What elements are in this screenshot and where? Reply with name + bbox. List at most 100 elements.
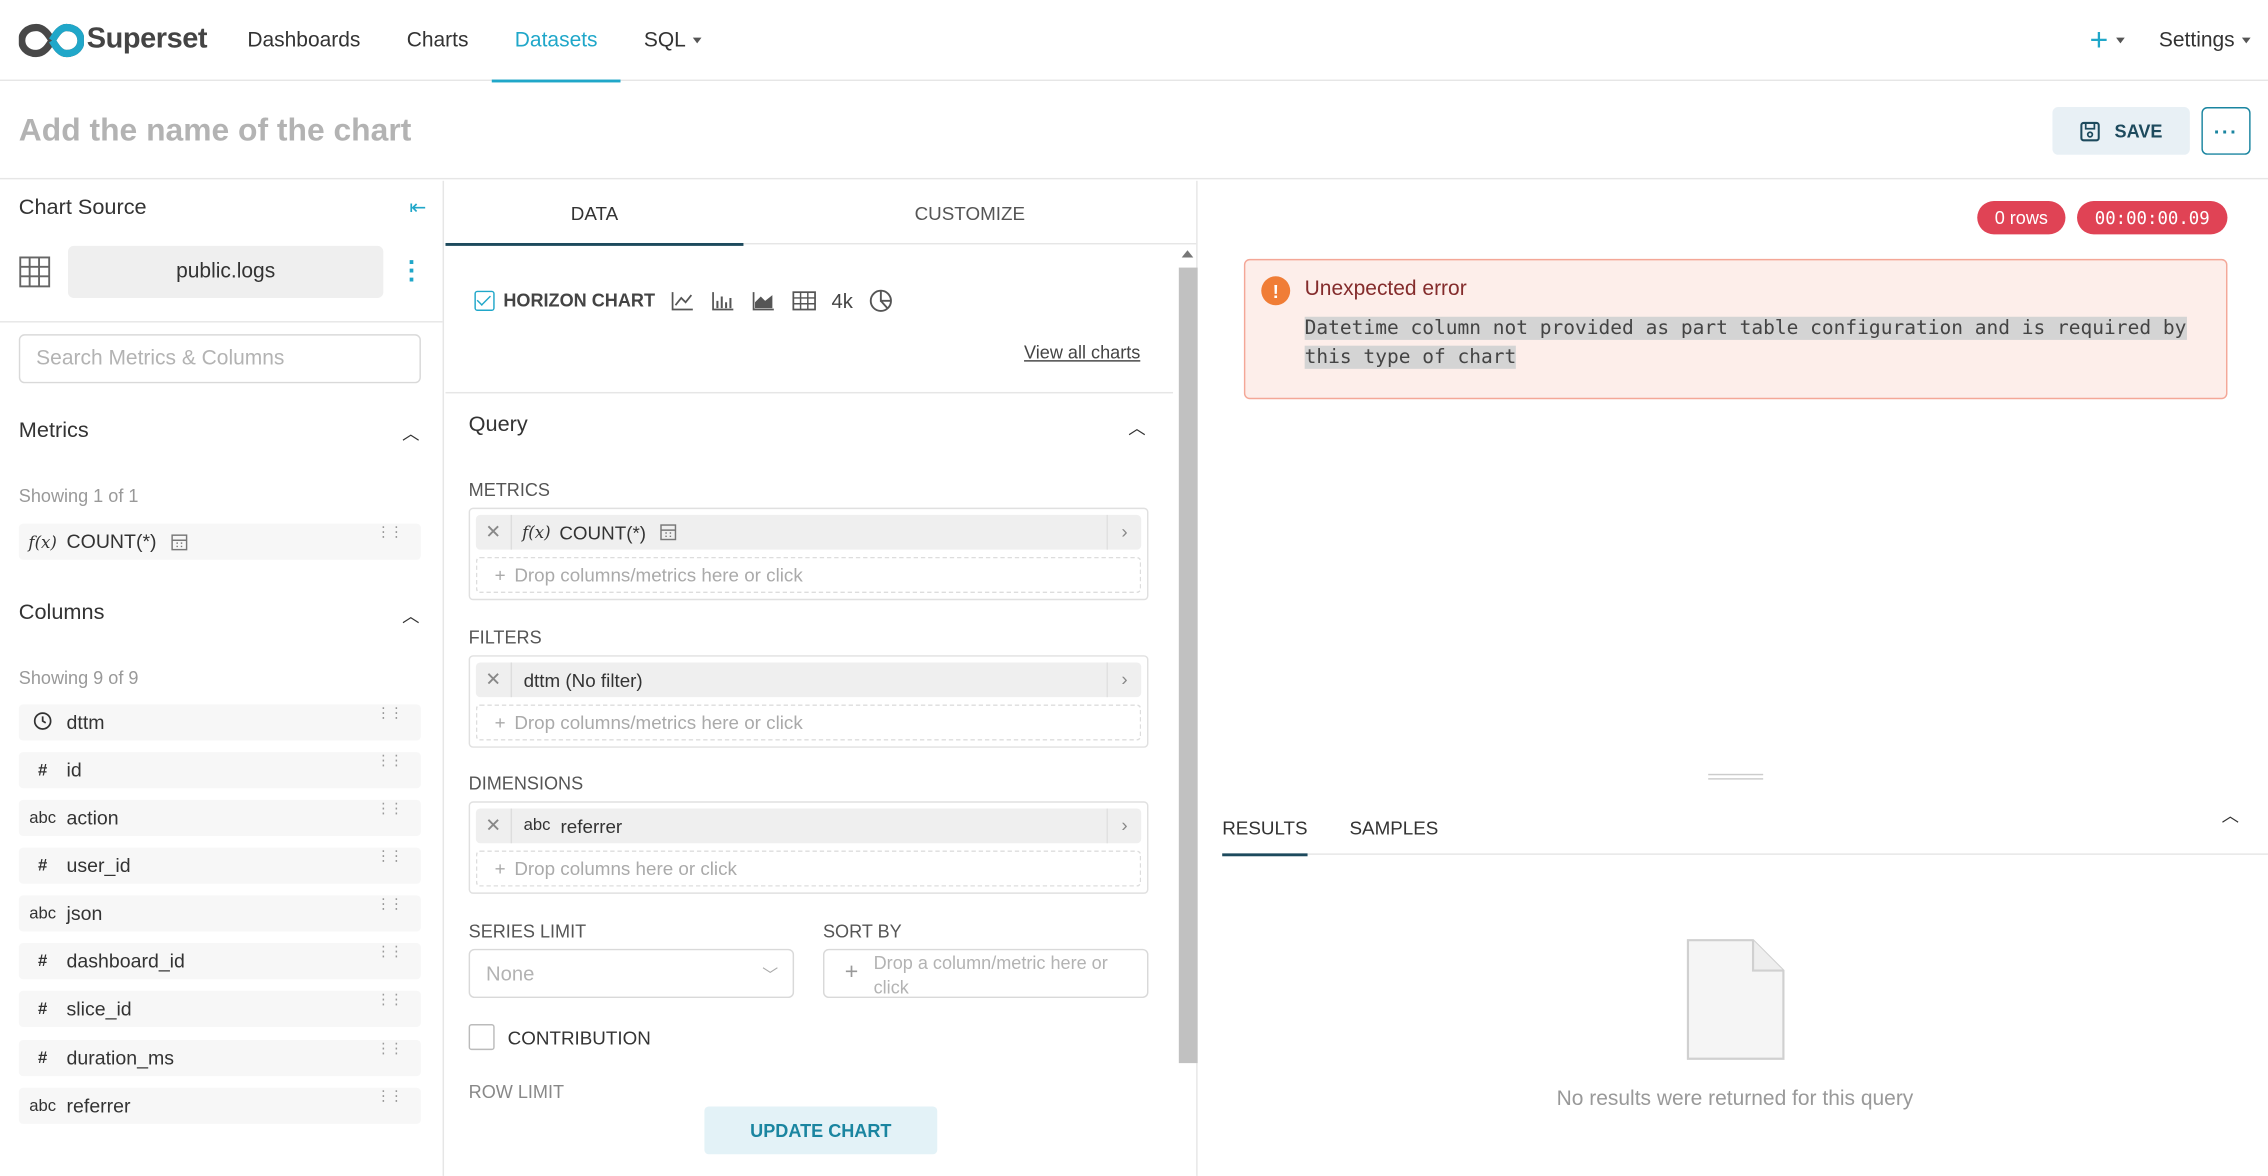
string-type-icon: abc [523, 817, 551, 835]
chevron-right-icon[interactable]: › [1106, 808, 1141, 844]
drag-handle-icon[interactable]: ⋮⋮ [376, 754, 403, 768]
nav-charts[interactable]: Charts [384, 0, 492, 80]
chart-title-input[interactable]: Add the name of the chart [19, 111, 411, 149]
search-metrics-columns-input[interactable]: Search Metrics & Columns [18, 334, 421, 384]
column-item[interactable]: # dashboard_id ⋮⋮ [18, 943, 421, 980]
close-icon[interactable]: ✕ [476, 662, 513, 698]
chart-panel: 0 rows 00:00:00.09 ! Unexpected error Da… [1199, 181, 2268, 1176]
table-chart-icon[interactable] [791, 289, 817, 312]
save-icon [2080, 121, 2100, 141]
error-message-text: Datetime column not provided as part tab… [1304, 316, 2187, 369]
scrollbar-thumb[interactable] [1178, 267, 1198, 1064]
area-chart-icon[interactable] [750, 289, 776, 312]
collapse-panel-icon[interactable]: ⇤ [409, 195, 426, 220]
viz-type-selected[interactable]: HORIZON CHART [474, 290, 655, 311]
column-name: id [66, 759, 82, 782]
numeric-type-icon: # [38, 1000, 48, 1018]
brand-logo[interactable]: Superset [18, 21, 224, 59]
column-name: action [66, 807, 119, 829]
resize-handle[interactable] [1708, 773, 1764, 780]
numeric-type-icon: # [38, 856, 48, 875]
chevron-up-icon[interactable]: ︿ [402, 603, 419, 628]
close-icon[interactable]: ✕ [476, 514, 513, 550]
settings-menu[interactable]: Settings [2159, 29, 2251, 52]
function-icon: f(x) [522, 522, 551, 543]
column-item[interactable]: abc referrer ⋮⋮ [18, 1087, 421, 1124]
drag-handle-icon[interactable]: ⋮⋮ [376, 897, 403, 911]
drag-handle-icon[interactable]: ⋮⋮ [376, 1042, 403, 1056]
caret-down-icon [2241, 37, 2251, 44]
superset-logo-icon [18, 23, 84, 57]
scroll-up-arrow-icon[interactable] [1181, 250, 1194, 258]
tab-samples[interactable]: SAMPLES [1349, 800, 1438, 855]
chevron-right-icon[interactable]: › [1106, 662, 1141, 698]
drag-handle-icon[interactable]: ⋮⋮ [376, 707, 403, 721]
sort-by-drop-zone[interactable]: + Drop a column/metric here or click [823, 948, 1149, 999]
dataset-name[interactable]: public.logs [67, 245, 384, 298]
drag-handle-icon[interactable]: ⋮⋮ [376, 526, 403, 540]
chart-source-title: Chart Source [18, 195, 147, 220]
bar-chart-icon[interactable] [710, 289, 736, 312]
column-item[interactable]: dttm ⋮⋮ [18, 704, 421, 741]
datasource-panel: Chart Source ⇤ public.logs · · · Search Me… [0, 180, 445, 1176]
nav-dashboards[interactable]: Dashboards [224, 0, 383, 80]
contribution-checkbox[interactable] [468, 1024, 495, 1051]
drag-handle-icon[interactable]: ⋮⋮ [376, 1090, 403, 1104]
more-options-button[interactable]: ··· [2201, 107, 2251, 155]
dataset-menu-icon[interactable]: · · · [406, 249, 418, 292]
nav-sql[interactable]: SQL [621, 0, 725, 80]
filter-pill[interactable]: ✕ dttm (No filter) › [475, 662, 1142, 698]
column-item[interactable]: abc action ⋮⋮ [18, 799, 421, 837]
tab-results[interactable]: RESULTS [1222, 800, 1308, 857]
drag-handle-icon[interactable]: ⋮⋮ [376, 850, 403, 864]
big-number-icon[interactable]: 4k [831, 289, 852, 312]
series-limit-select[interactable]: None ﹀ [468, 948, 795, 999]
pie-chart-icon[interactable] [867, 288, 893, 314]
save-button[interactable]: SAVE [2052, 107, 2190, 155]
column-item[interactable]: # slice_id ⋮⋮ [18, 990, 421, 1027]
scrollbar[interactable] [1173, 247, 1198, 1086]
drop-zone-label: Drop columns/metrics here or click [514, 564, 803, 586]
chevron-up-icon[interactable]: ︿ [2222, 803, 2239, 828]
metrics-drop-zone[interactable]: + Drop columns/metrics here or click [475, 556, 1142, 594]
columns-section-title[interactable]: Columns [19, 600, 105, 625]
column-item[interactable]: # duration_ms ⋮⋮ [18, 1039, 421, 1077]
divider [445, 391, 1174, 394]
column-item[interactable]: # user_id ⋮⋮ [18, 847, 421, 884]
new-menu-button[interactable]: + [2090, 22, 2125, 60]
update-chart-button[interactable]: UPDATE CHART [704, 1106, 938, 1155]
metrics-control: ✕ f(x) COUNT(*) › + Drop columns/metrics … [468, 507, 1149, 601]
metric-pill[interactable]: ✕ f(x) COUNT(*) › [475, 514, 1142, 550]
query-section-title[interactable]: Query [469, 412, 528, 437]
tab-data[interactable]: DATA [445, 181, 744, 246]
string-type-icon: abc [29, 904, 57, 923]
filters-control: ✕ dttm (No filter) › + Drop columns/metri… [468, 655, 1149, 748]
chevron-right-icon[interactable]: › [1106, 514, 1141, 550]
drag-handle-icon[interactable]: ⋮⋮ [376, 802, 403, 816]
metrics-section-title[interactable]: Metrics [19, 418, 89, 443]
view-all-charts-link[interactable]: View all charts [1024, 343, 1140, 363]
dimensions-drop-zone[interactable]: + Drop columns here or click [475, 850, 1142, 887]
line-chart-icon[interactable] [669, 289, 695, 312]
filters-drop-zone[interactable]: + Drop columns/metrics here or click [475, 704, 1142, 741]
chevron-up-icon[interactable]: ︿ [1128, 415, 1145, 440]
drag-handle-icon[interactable]: ⋮⋮ [376, 993, 403, 1007]
dimension-pill-label: referrer [560, 815, 623, 837]
column-item[interactable]: abc json ⋮⋮ [18, 895, 421, 932]
error-alert: ! Unexpected error Datetime column not p… [1243, 258, 2228, 400]
tab-customize[interactable]: CUSTOMIZE [743, 181, 1196, 245]
column-item[interactable]: # id ⋮⋮ [18, 752, 421, 789]
string-type-icon: abc [29, 1097, 57, 1115]
numeric-type-icon: # [38, 761, 48, 779]
chevron-up-icon[interactable]: ︿ [402, 421, 419, 446]
string-type-icon: abc [29, 809, 57, 827]
brand-name: Superset [86, 23, 208, 55]
dimension-pill[interactable]: ✕ abc referrer › [475, 808, 1142, 844]
nav-sql-label: SQL [643, 28, 686, 52]
metric-item[interactable]: f(x) COUNT(*) ⋮⋮ [18, 523, 421, 560]
drag-handle-icon[interactable]: ⋮⋮ [376, 945, 403, 959]
close-icon[interactable]: ✕ [476, 808, 513, 844]
calculator-icon [171, 533, 188, 550]
nav-datasets[interactable]: Datasets [491, 0, 622, 82]
control-tabs: DATA CUSTOMIZE [445, 181, 1197, 246]
